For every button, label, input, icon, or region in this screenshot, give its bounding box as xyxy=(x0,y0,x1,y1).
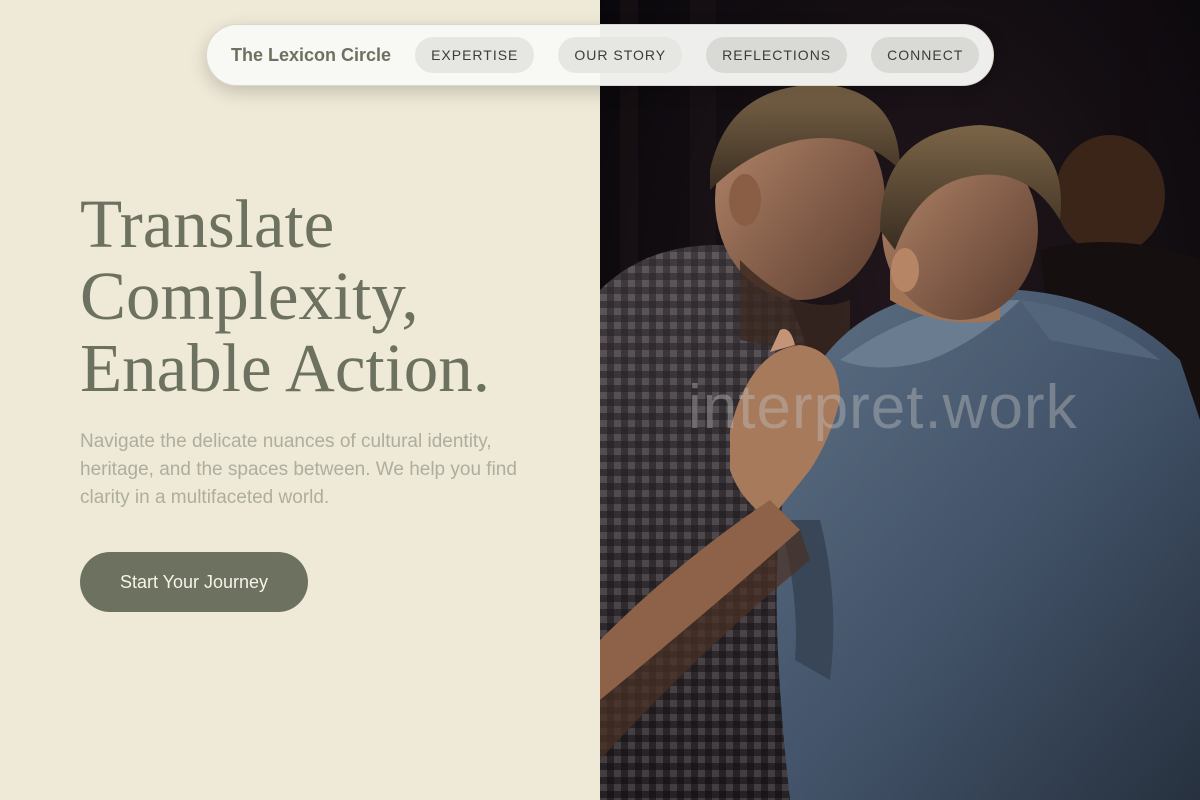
top-navigation: The Lexicon Circle EXPERTISE OUR STORY R… xyxy=(206,24,994,86)
brand-logo-text[interactable]: The Lexicon Circle xyxy=(231,45,391,66)
nav-item-connect[interactable]: CONNECT xyxy=(871,37,980,73)
hero-title-line-1: Translate xyxy=(80,186,335,262)
watermark-text: interpret.work xyxy=(688,373,1078,442)
hero-title: Translate Complexity, Enable Action. xyxy=(80,188,580,404)
nav-item-our-story[interactable]: OUR STORY xyxy=(558,37,683,73)
nav-item-reflections[interactable]: REFLECTIONS xyxy=(706,37,848,73)
hero-title-line-2: Complexity, xyxy=(80,258,419,334)
start-journey-button[interactable]: Start Your Journey xyxy=(80,552,308,612)
hero-image: interpret.work xyxy=(600,0,1200,800)
hero-subtitle: Navigate the delicate nuances of cultura… xyxy=(80,431,517,508)
hero-title-line-3: Enable Action. xyxy=(80,330,491,406)
nav-item-expertise[interactable]: EXPERTISE xyxy=(415,37,535,73)
hero-left-panel: Translate Complexity, Enable Action. Nav… xyxy=(0,0,600,800)
